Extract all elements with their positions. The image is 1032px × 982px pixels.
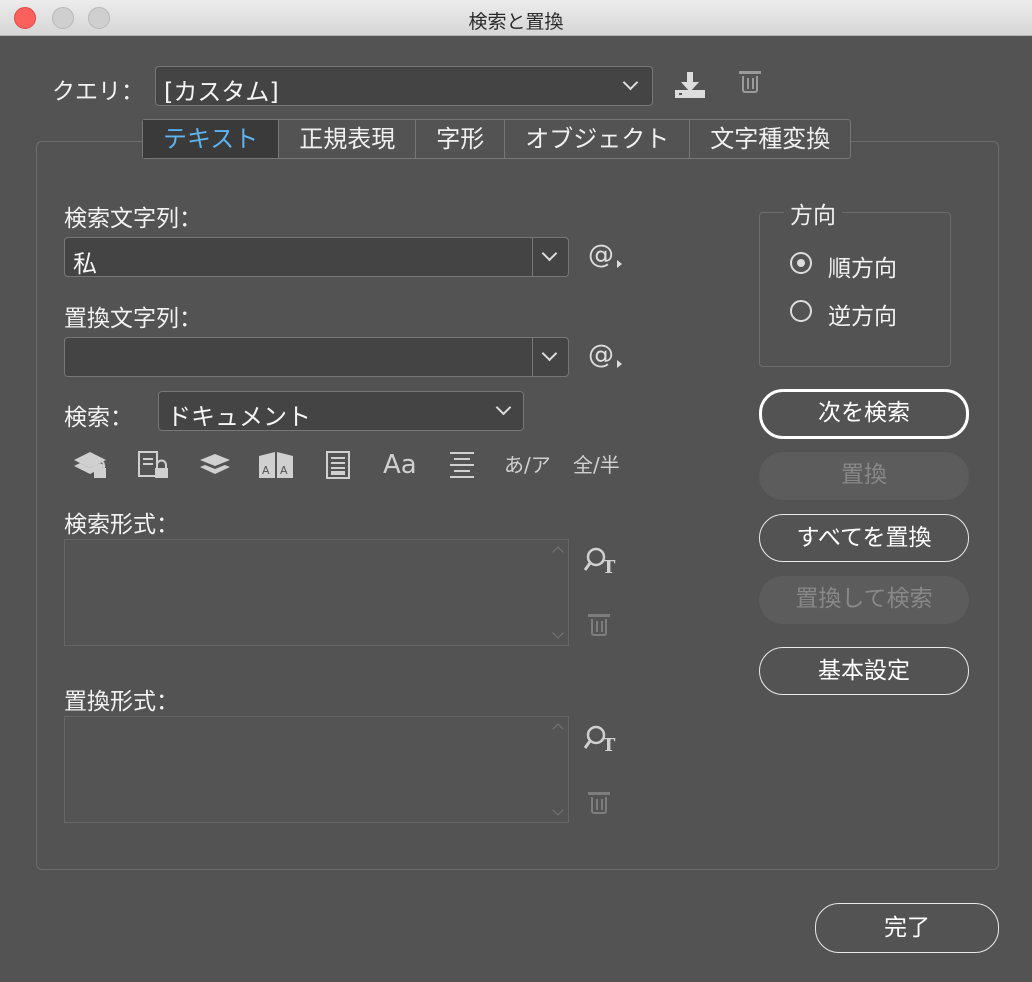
change-button[interactable]: 置換 [759, 452, 969, 500]
include-locked-layers-icon[interactable] [72, 450, 110, 480]
find-what-label: 検索文字列： [64, 206, 202, 232]
tab-transliterate[interactable]: 文字種変換 [690, 120, 850, 158]
include-locked-stories-icon[interactable] [137, 450, 171, 480]
width-sensitive-icon[interactable]: 全/半 [573, 455, 620, 475]
search-scope-value: ドキュメント [167, 403, 311, 431]
done-button[interactable]: 完了 [815, 903, 999, 953]
scroll-down-icon [552, 627, 564, 639]
query-value: [カスタム] [164, 78, 279, 106]
tab-glyph[interactable]: 字形 [416, 120, 506, 158]
change-to-label: 置換文字列： [64, 306, 202, 332]
svg-text:A: A [280, 464, 288, 477]
change-all-button[interactable]: すべてを置換 [759, 514, 969, 562]
find-format-label: 検索形式： [64, 512, 179, 538]
find-next-button[interactable]: 次を検索 [759, 389, 969, 439]
svg-text:A: A [262, 464, 270, 477]
chevron-down-icon [541, 345, 558, 362]
direction-title: 方向 [784, 196, 842, 230]
scroll-up-icon [552, 723, 564, 735]
change-format-label: 置換形式： [64, 689, 179, 715]
change-format-box[interactable] [64, 716, 569, 823]
specify-change-format-icon[interactable]: T [584, 724, 616, 752]
title-bar: 検索と置換 [0, 0, 1032, 36]
chevron-down-icon [541, 245, 558, 262]
whole-word-icon[interactable] [448, 450, 476, 480]
include-hidden-layers-icon[interactable] [198, 452, 232, 478]
forward-label[interactable]: 順方向 [828, 249, 897, 283]
backward-radio[interactable] [790, 300, 812, 322]
forward-radio[interactable] [790, 252, 812, 274]
kana-sensitive-icon[interactable]: あ/ア [504, 455, 551, 475]
find-format-box[interactable] [64, 539, 569, 646]
include-footnotes-icon[interactable] [325, 450, 351, 480]
backward-label[interactable]: 逆方向 [828, 297, 897, 331]
find-what-combo[interactable]: 私 [64, 237, 569, 279]
change-to-combo[interactable] [64, 337, 569, 377]
clear-change-format-icon[interactable] [588, 792, 610, 814]
direction-group [759, 212, 951, 367]
include-master-pages-icon[interactable]: A A [257, 450, 295, 480]
query-select[interactable]: [カスタム] [155, 66, 653, 106]
tab-object[interactable]: オブジェクト [505, 120, 691, 158]
case-sensitive-icon[interactable]: Aa [383, 452, 417, 478]
specify-find-format-icon[interactable]: T [584, 546, 616, 574]
svg-text:T: T [602, 557, 616, 574]
tab-grep[interactable]: 正規表現 [279, 120, 417, 158]
svg-text:T: T [602, 735, 616, 752]
find-what-input[interactable]: 私 [73, 244, 97, 279]
fewer-options-button[interactable]: 基本設定 [759, 647, 969, 695]
search-scope-label: 検索： [64, 405, 133, 431]
scroll-down-icon [552, 804, 564, 816]
delete-query-icon[interactable] [739, 71, 761, 93]
special-characters-change-icon[interactable]: @ [588, 340, 622, 370]
tab-text[interactable]: テキスト [143, 120, 280, 158]
chevron-down-icon [495, 399, 512, 416]
search-scope-select[interactable]: ドキュメント [158, 391, 524, 431]
change-find-button[interactable]: 置換して検索 [759, 576, 969, 624]
change-to-history-button[interactable] [532, 338, 568, 376]
chevron-down-icon [622, 74, 639, 91]
tab-bar: テキスト 正規表現 字形 オブジェクト 文字種変換 [142, 119, 852, 159]
query-label: クエリ： [52, 79, 144, 105]
save-query-icon[interactable] [673, 70, 707, 100]
window-title: 検索と置換 [468, 11, 564, 33]
scroll-up-icon [552, 546, 564, 558]
clear-find-format-icon[interactable] [588, 614, 610, 636]
find-what-history-button[interactable] [532, 238, 568, 276]
special-characters-find-icon[interactable]: @ [588, 240, 622, 270]
